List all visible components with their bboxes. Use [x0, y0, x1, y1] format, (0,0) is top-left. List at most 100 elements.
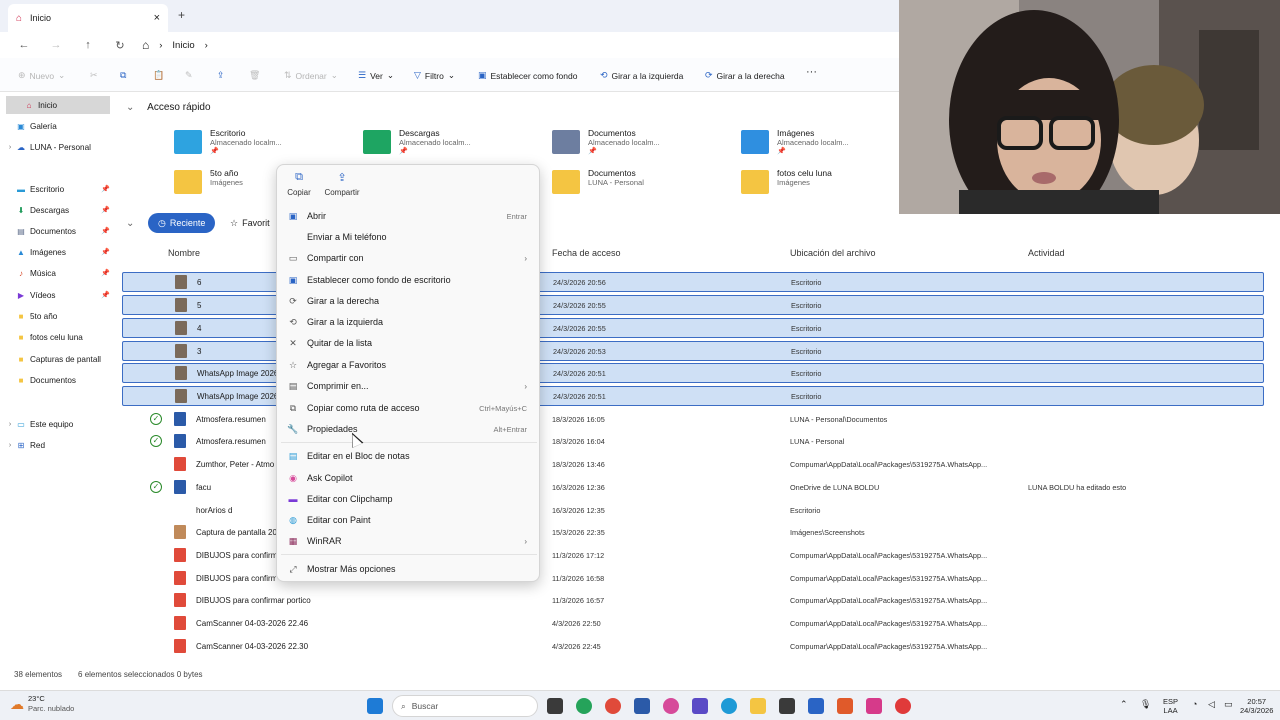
search-box[interactable]: ⌕ Buscar [392, 695, 538, 717]
menu-item-copiar-ruta[interactable]: ⧉ Copiar como ruta de acceso Ctrl+Mayús+… [281, 398, 537, 418]
up-button[interactable]: ↑ [72, 39, 104, 51]
edge-icon[interactable] [721, 698, 737, 714]
menu-item-bloc-notas[interactable]: ▤ Editar en el Bloc de notas [281, 446, 537, 466]
column-header-nombre[interactable]: Nombre [168, 248, 200, 258]
word-icon[interactable] [634, 698, 650, 714]
more-options-button[interactable]: ··· [806, 66, 817, 78]
wifi-icon[interactable]: ◔ [1192, 700, 1197, 709]
breadcrumb-chevron-icon[interactable]: › [205, 40, 208, 51]
start-button-icon[interactable] [367, 698, 383, 714]
recent-collapse-icon[interactable]: ⌄ [126, 218, 134, 229]
table-row[interactable]: CamScanner 04-03-2026 22.46 4/3/2026 22:… [122, 613, 1264, 633]
task-view-icon[interactable] [547, 698, 563, 714]
menu-item-ask-copilot[interactable]: ◉ Ask Copilot [281, 468, 537, 488]
menu-item-enviar-telefono[interactable]: Enviar a Mi teléfono [281, 227, 537, 247]
microphone-icon[interactable]: 🎙 [1140, 700, 1151, 709]
close-tab-icon[interactable]: × [154, 12, 160, 24]
store-icon[interactable] [779, 698, 795, 714]
volume-icon[interactable]: ◁ [1208, 700, 1215, 709]
quick-access-imagenes[interactable]: Imágenes Almacenado localm... 📌 [741, 128, 921, 162]
chevron-right-icon[interactable]: › [0, 442, 14, 449]
share-icon[interactable]: ⇪ [217, 70, 225, 81]
sort-button[interactable]: ⇅ Ordenar ⌄ [284, 70, 338, 81]
sidebar-item-videos[interactable]: ▶ Vídeos 📌 [0, 286, 118, 304]
menu-item-compartir-con[interactable]: ▭ Compartir con › [281, 248, 537, 268]
sidebar-item-inicio[interactable]: ⌂ Inicio [6, 96, 110, 114]
filter-button[interactable]: ▽ Filtro ⌄ [414, 70, 455, 81]
sidebar-item-escritorio[interactable]: ▬ Escritorio 📌 [0, 180, 118, 198]
sidebar-item-capturas[interactable]: ■ Capturas de pantall [0, 350, 118, 368]
sidebar-item-galeria[interactable]: ▣ Galería [0, 117, 118, 135]
menu-item-propiedades[interactable]: 🔧 Propiedades Alt+Entrar [281, 419, 537, 439]
tray-chevron-icon[interactable]: ⌃ [1120, 700, 1128, 709]
forward-button[interactable]: → [40, 39, 72, 51]
chrome-icon[interactable] [605, 698, 621, 714]
sidebar-item-red[interactable]: › ⊞ Red [0, 436, 118, 454]
table-row[interactable]: CamScanner 04-03-2026 22.30 4/3/2026 22:… [122, 636, 1264, 656]
sidebar-item-fotos-celu-luna[interactable]: ■ fotos celu luna [0, 328, 118, 346]
quick-access-documentos[interactable]: Documentos Almacenado localm... 📌 [552, 128, 732, 162]
menu-item-clipchamp[interactable]: ▬ Editar con Clipchamp [281, 489, 537, 509]
copy-button[interactable]: ⧉ Copiar [279, 171, 319, 197]
copilot-icon[interactable] [663, 698, 679, 714]
breadcrumb[interactable]: Inicio [172, 40, 194, 51]
quick-access-header[interactable]: ⌄ Acceso rápido [126, 102, 211, 113]
menu-item-winrar[interactable]: ▦ WinRAR › [281, 531, 537, 551]
menu-item-quitar-lista[interactable]: ✕ Quitar de la lista [281, 333, 537, 353]
view-button[interactable]: ☰ Ver ⌄ [358, 70, 394, 81]
sidebar-item-onedrive[interactable]: › ☁ LUNA - Personal [0, 138, 118, 156]
set-background-button[interactable]: ▣ Establecer como fondo [478, 70, 577, 81]
new-button[interactable]: ⊕ Nuevo ⌄ [18, 70, 65, 81]
instagram-icon[interactable] [866, 698, 882, 714]
language-indicator[interactable]: ESP LAA [1163, 697, 1178, 715]
delete-icon[interactable]: 🗑 [249, 70, 260, 81]
sidebar-item-imagenes[interactable]: ▲ Imágenes 📌 [0, 243, 118, 261]
sidebar-item-5to-anio[interactable]: ■ 5to año [0, 307, 118, 325]
sidebar-item-este-equipo[interactable]: › ▭ Este equipo [0, 415, 118, 433]
menu-item-mas-opciones[interactable]: ⤢ Mostrar Más opciones [281, 559, 537, 579]
sidebar-item-documentos[interactable]: ▤ Documentos 📌 [0, 222, 118, 240]
outlook-icon[interactable] [808, 698, 824, 714]
tab-reciente[interactable]: ◷ Reciente [148, 213, 216, 233]
quick-access-descargas[interactable]: Descargas Almacenado localm... 📌 [363, 128, 543, 162]
new-tab-button[interactable]: + [178, 8, 185, 22]
table-row[interactable]: DIBUJOS para confirmar portico 11/3/2026… [122, 590, 1264, 610]
obs-icon[interactable] [895, 698, 911, 714]
refresh-button[interactable]: ↻ [104, 39, 136, 52]
menu-item-paint[interactable]: ◍ Editar con Paint [281, 510, 537, 530]
menu-item-girar-derecha[interactable]: ⟳ Girar a la derecha [281, 291, 537, 311]
menu-item-girar-izquierda[interactable]: ⟲ Girar a la izquierda [281, 312, 537, 332]
paste-icon[interactable]: 📋 [153, 70, 164, 81]
rename-icon[interactable]: ✎ [185, 70, 193, 81]
rotate-right-button[interactable]: ⟳ Girar a la derecha [705, 70, 785, 81]
sidebar-item-musica[interactable]: ♪ Música 📌 [0, 264, 118, 282]
quick-access-documentos-onedrive[interactable]: Documentos LUNA - Personal [552, 168, 732, 202]
quick-access-escritorio[interactable]: Escritorio Almacenado localm... 📌 [174, 128, 354, 162]
tab-favoritos[interactable]: ☆ Favorit [220, 213, 280, 233]
menu-item-establecer-fondo[interactable]: ▣ Establecer como fondo de escritorio [281, 270, 537, 290]
battery-icon[interactable]: ▭ [1224, 700, 1233, 709]
home-icon[interactable]: ⌂ [142, 38, 149, 52]
address-bar[interactable]: ⌂ › Inicio › [142, 38, 208, 52]
cut-icon[interactable]: ✂ [90, 70, 98, 81]
menu-item-abrir[interactable]: ▣ Abrir Entrar [281, 206, 537, 226]
copy-icon[interactable]: ⧉ [120, 70, 126, 81]
menu-item-comprimir[interactable]: ▤ Comprimir en... › [281, 376, 537, 396]
chevron-right-icon[interactable]: › [0, 144, 14, 151]
sidebar-item-descargas[interactable]: ⬇ Descargas 📌 [0, 201, 118, 219]
clock[interactable]: 20:57 24/3/2026 [1240, 697, 1273, 715]
sidebar-item-documentos-folder[interactable]: ■ Documentos [0, 371, 118, 389]
rotate-left-button[interactable]: ⟲ Girar a la izquierda [600, 70, 683, 81]
column-header-fecha[interactable]: Fecha de acceso [552, 248, 621, 258]
tab-inicio[interactable]: ⌂ Inicio × [8, 4, 168, 32]
back-button[interactable]: ← [8, 39, 40, 51]
share-button[interactable]: ⇪ Compartir [322, 171, 362, 197]
column-header-actividad[interactable]: Actividad [1028, 248, 1065, 258]
menu-item-agregar-favoritos[interactable]: ☆ Agregar a Favoritos [281, 355, 537, 375]
whatsapp-icon[interactable] [576, 698, 592, 714]
weather-widget[interactable]: ☁ 23°C Parc. nublado [10, 694, 74, 714]
brave-icon[interactable] [837, 698, 853, 714]
quick-access-fotos-celu-luna[interactable]: fotos celu luna Imágenes [741, 168, 921, 202]
teams-icon[interactable] [692, 698, 708, 714]
chevron-right-icon[interactable]: › [0, 421, 14, 428]
